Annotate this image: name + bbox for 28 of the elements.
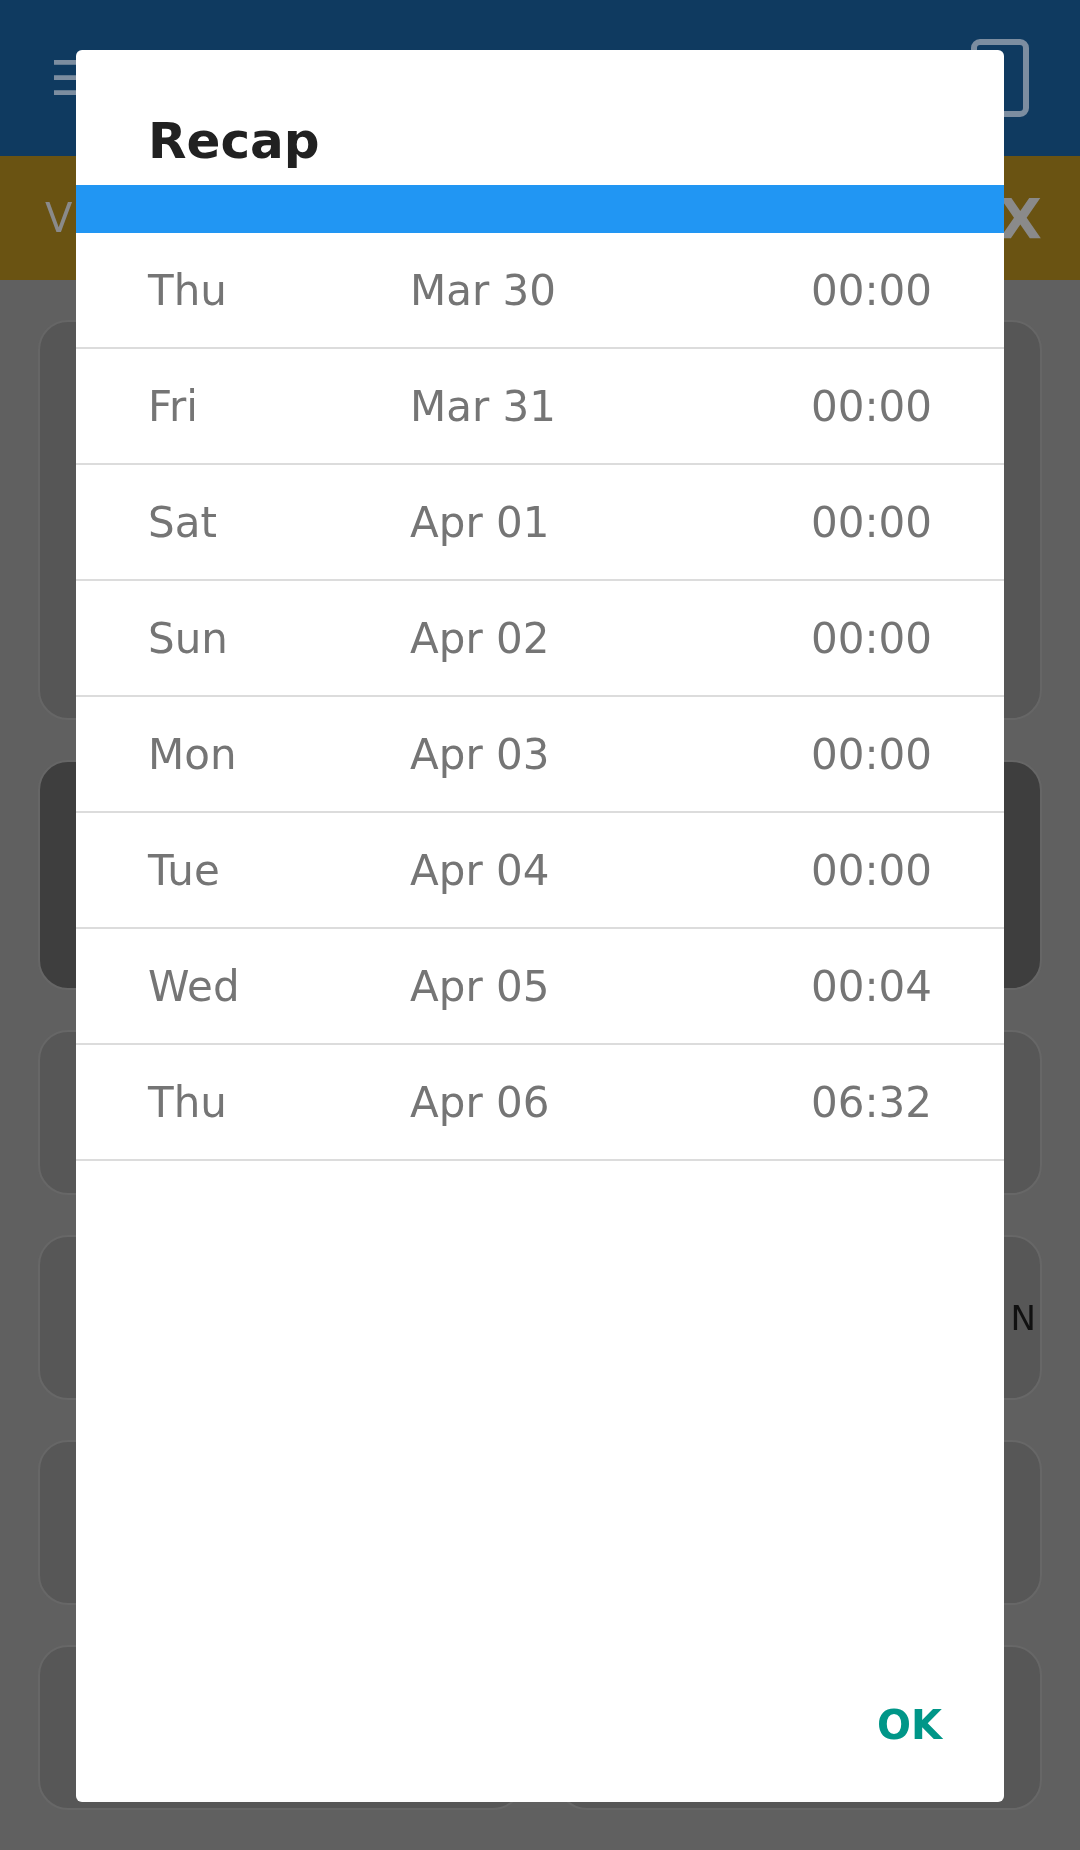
day-text: Sun [148, 613, 229, 663]
date-text: Apr 04 [410, 845, 551, 895]
ok-button[interactable]: OK [855, 1688, 964, 1762]
day-text: Thu [148, 265, 228, 315]
time-text: 00:00 [810, 265, 932, 315]
day-text: Wed [148, 961, 241, 1011]
time-text: 06:32 [810, 1077, 932, 1127]
time-text: 00:00 [810, 381, 932, 431]
date-text: Apr 03 [410, 729, 551, 779]
day-text: Tue [148, 845, 221, 895]
time-text: 00:00 [810, 845, 932, 895]
time-text: 00:04 [810, 961, 932, 1011]
day-text: Sat [148, 497, 218, 547]
date-text: Apr 01 [410, 497, 551, 547]
dialog-title: Recap [147, 111, 321, 172]
time-text: 00:00 [810, 497, 932, 547]
card-text: N [1010, 1297, 1036, 1338]
time-text: 00:00 [810, 613, 932, 663]
date-text: Mar 30 [410, 265, 558, 315]
date-text: Apr 06 [410, 1077, 551, 1127]
day-text: Thu [148, 1077, 228, 1127]
date-text: Apr 02 [410, 613, 551, 663]
date-text: Mar 31 [410, 381, 558, 431]
day-text: Mon [148, 729, 238, 779]
day-text: Fri [148, 381, 200, 431]
banner-text: V [45, 195, 73, 242]
date-text: Apr 05 [410, 961, 551, 1011]
time-text: 00:00 [810, 729, 932, 779]
